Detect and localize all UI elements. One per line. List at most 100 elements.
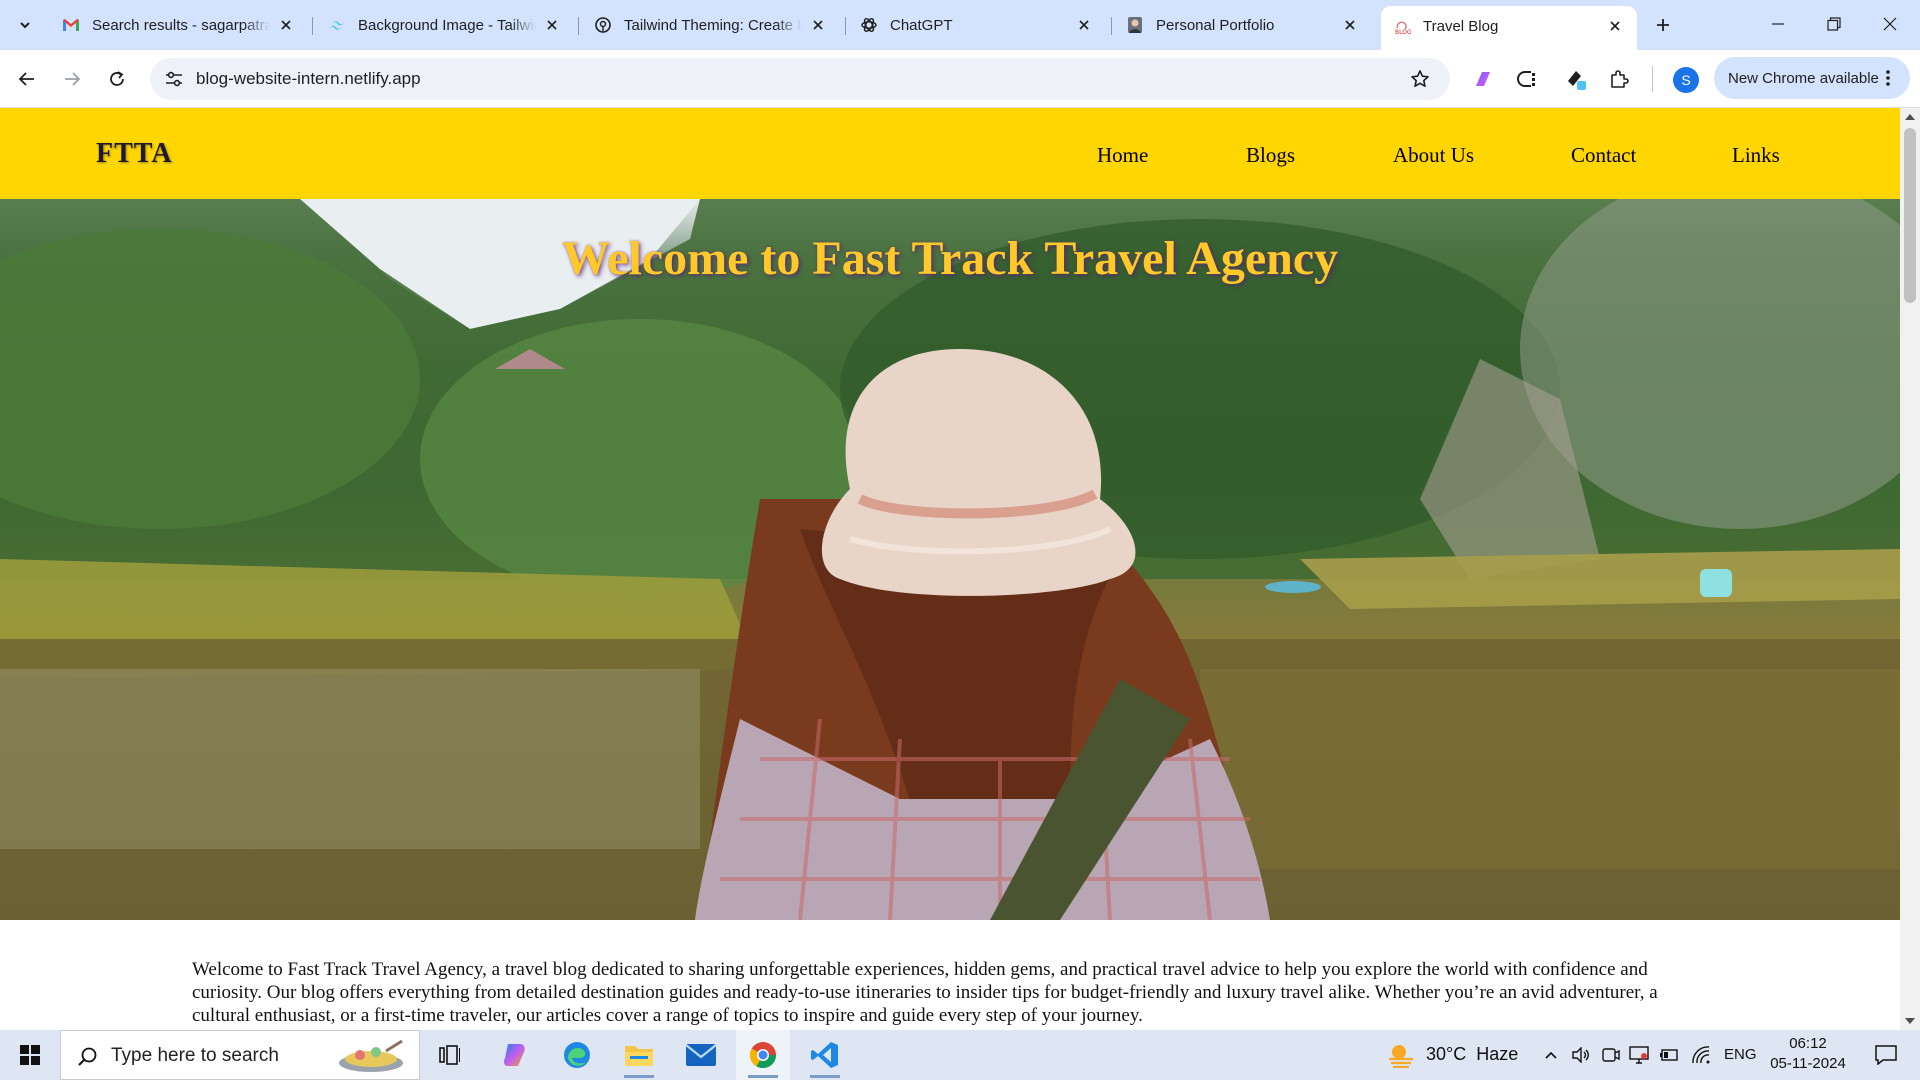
running-indicator: [748, 1075, 778, 1078]
web-page: FTTA Home Blogs About Us Contact Links W…: [0, 108, 1900, 1030]
new-chrome-available-button[interactable]: New Chrome available: [1714, 57, 1910, 99]
extension-gemini-icon[interactable]: [1470, 66, 1496, 92]
scroll-down-arrow-icon[interactable]: [1905, 1018, 1915, 1024]
battery-button[interactable]: [1656, 1030, 1682, 1080]
nav-link-contact[interactable]: Contact: [1571, 143, 1636, 168]
close-icon[interactable]: [276, 15, 296, 35]
clock[interactable]: 06:12 05-11-2024: [1760, 1034, 1856, 1078]
notification-icon: [1875, 1045, 1897, 1065]
tab-tailwind-theming[interactable]: Tailwind Theming: Create L: [582, 8, 840, 42]
tab-title: Background Image - Tailwind: [358, 16, 536, 34]
clock-date: 05-11-2024: [1770, 1055, 1846, 1072]
new-tab-button[interactable]: [1648, 10, 1678, 40]
address-bar[interactable]: blog-website-intern.netlify.app: [150, 58, 1450, 100]
notifications-button[interactable]: [1866, 1030, 1906, 1080]
close-icon[interactable]: [542, 15, 562, 35]
window-close-button[interactable]: [1862, 0, 1918, 48]
display-project-button[interactable]: [1626, 1030, 1652, 1080]
browser-toolbar: blog-website-intern.netlify.app: [0, 50, 1920, 108]
portfolio-avatar-icon: [1126, 16, 1144, 34]
close-icon[interactable]: [1605, 16, 1625, 36]
tab-title: Search results - sagarpatra: [92, 16, 270, 34]
kebab-menu-icon[interactable]: [1878, 67, 1898, 89]
tab-title: Tailwind Theming: Create L: [624, 16, 802, 34]
clock-time: 06:12: [1789, 1035, 1827, 1052]
hero-background-image: [0, 199, 1900, 920]
tab-tailwind-background[interactable]: Background Image - Tailwind: [316, 8, 574, 42]
blog-icon: BLOG: [1393, 17, 1411, 35]
update-label: New Chrome available: [1728, 69, 1879, 87]
nav-link-home[interactable]: Home: [1097, 143, 1148, 168]
close-icon: [1883, 17, 1897, 31]
forward-button[interactable]: [55, 62, 89, 96]
tab-search-button[interactable]: [8, 8, 42, 42]
extension-paint-icon[interactable]: [1563, 66, 1589, 92]
back-button[interactable]: [10, 62, 44, 96]
reload-button[interactable]: [100, 62, 134, 96]
taskbar-app-copilot[interactable]: [488, 1030, 542, 1080]
search-placeholder: Type here to search: [111, 1045, 279, 1066]
restore-button[interactable]: [1806, 0, 1862, 48]
page-scrollbar[interactable]: [1900, 108, 1920, 1030]
tab-title: Personal Portfolio: [1156, 16, 1275, 34]
wifi-icon: [1692, 1046, 1710, 1064]
tab-personal-portfolio[interactable]: Personal Portfolio: [1114, 8, 1372, 42]
close-icon[interactable]: [1074, 15, 1094, 35]
taskbar-app-vscode[interactable]: [798, 1030, 852, 1080]
running-indicator: [624, 1075, 654, 1078]
tab-chatgpt[interactable]: ChatGPT: [848, 8, 1106, 42]
meet-now-button[interactable]: [1598, 1030, 1624, 1080]
restore-icon: [1827, 17, 1841, 31]
camera-icon: [1602, 1048, 1620, 1062]
volume-button[interactable]: [1568, 1030, 1594, 1080]
minimize-button[interactable]: [1750, 0, 1806, 48]
folder-icon: [625, 1046, 653, 1066]
url-text: blog-website-intern.netlify.app: [196, 69, 421, 88]
profile-avatar[interactable]: S: [1673, 67, 1699, 93]
tab-separator: [845, 17, 846, 35]
haze-sun-icon: [1389, 1045, 1413, 1068]
tab-travel-blog[interactable]: BLOG Travel Blog: [1381, 6, 1637, 50]
nav-link-blogs[interactable]: Blogs: [1246, 143, 1295, 168]
nav-link-about-us[interactable]: About Us: [1393, 143, 1474, 168]
close-icon[interactable]: [808, 15, 828, 35]
windows-taskbar: Type here to search 30°C Haze ENG 06:12 …: [0, 1030, 1920, 1080]
hero-banner: Welcome to Fast Track Travel Agency: [0, 199, 1900, 920]
gmail-icon: [62, 16, 80, 34]
scrollbar-thumb[interactable]: [1904, 128, 1916, 303]
weather-text[interactable]: 30°C Haze: [1426, 1044, 1518, 1065]
mail-icon: [685, 1044, 717, 1066]
arrow-left-icon: [18, 72, 34, 86]
language-indicator[interactable]: ENG: [1724, 1046, 1757, 1063]
task-view-button[interactable]: [425, 1030, 475, 1080]
nav-link-links[interactable]: Links: [1732, 143, 1780, 168]
vscode-icon: [811, 1042, 838, 1068]
weather-widget[interactable]: [1384, 1030, 1418, 1080]
site-navbar: FTTA Home Blogs About Us Contact Links: [0, 108, 1900, 199]
taskbar-app-chrome[interactable]: [736, 1030, 790, 1080]
intro-paragraph: Welcome to Fast Track Travel Agency, a t…: [192, 959, 1658, 1026]
network-button[interactable]: [1688, 1030, 1714, 1080]
speaker-icon: [1572, 1047, 1589, 1063]
scroll-up-arrow-icon[interactable]: [1905, 114, 1915, 120]
close-icon[interactable]: [1340, 15, 1360, 35]
site-settings-icon[interactable]: [162, 67, 186, 91]
extension-copilot-icon[interactable]: [1515, 66, 1541, 92]
tailwind-icon: [328, 16, 346, 34]
start-button[interactable]: [0, 1030, 60, 1080]
tab-gmail[interactable]: Search results - sagarpatra: [50, 8, 308, 42]
bookmark-star-icon[interactable]: [1408, 67, 1432, 91]
taskbar-app-file-explorer[interactable]: [612, 1030, 666, 1080]
battery-icon: [1660, 1049, 1678, 1061]
reload-icon: [110, 71, 124, 86]
search-icon: [78, 1047, 97, 1066]
hero-title: Welcome to Fast Track Travel Agency: [561, 232, 1339, 285]
svg-text:BLOG: BLOG: [1395, 29, 1411, 35]
site-logo[interactable]: FTTA: [96, 138, 173, 170]
taskbar-app-mail[interactable]: [674, 1030, 728, 1080]
taskbar-app-edge[interactable]: [550, 1030, 604, 1080]
extensions-puzzle-icon[interactable]: [1606, 66, 1632, 92]
show-hidden-icons-button[interactable]: [1538, 1030, 1564, 1080]
taskbar-search-box[interactable]: Type here to search: [60, 1030, 420, 1080]
copilot-icon: [504, 1044, 525, 1066]
